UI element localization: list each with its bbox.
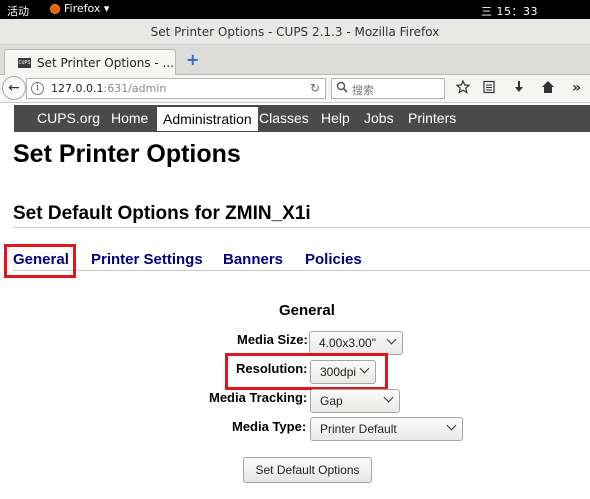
clock[interactable]: 三 15：33 <box>481 3 538 19</box>
back-button[interactable]: ← <box>2 76 26 100</box>
nav-toolbar: ← i 127.0.0.1:631/admin ↻ 搜索 » <box>0 75 590 103</box>
tab-printer-settings[interactable]: Printer Settings <box>91 251 203 268</box>
download-icon[interactable] <box>512 80 526 98</box>
subtitle-divider <box>13 227 590 228</box>
set-default-options-button[interactable]: Set Default Options <box>243 457 372 483</box>
resolution-highlight <box>225 353 388 390</box>
url-path: :631/admin <box>103 82 167 95</box>
home-icon[interactable] <box>541 80 555 98</box>
nav-cups-org[interactable]: CUPS.org <box>37 105 100 132</box>
window-title: Set Printer Options - CUPS 2.1.3 - Mozil… <box>0 19 590 45</box>
cups-favicon-icon: CUPS <box>18 58 31 68</box>
nav-help[interactable]: Help <box>321 105 350 132</box>
tabs-divider <box>13 270 590 271</box>
page-subtitle: Set Default Options for ZMIN_X1i <box>13 203 311 224</box>
chevron-down-icon <box>446 420 457 431</box>
screen: 活动 Firefox ▾ 三 15：33 Set Printer Options… <box>0 0 590 499</box>
section-heading: General <box>279 302 335 319</box>
chevron-down-icon <box>386 334 397 345</box>
media-type-value: Printer Default <box>320 422 397 436</box>
firefox-icon <box>50 3 60 14</box>
nav-jobs[interactable]: Jobs <box>364 105 394 132</box>
nav-administration[interactable]: Administration <box>156 106 259 132</box>
nav-printers[interactable]: Printers <box>408 105 456 132</box>
search-icon <box>336 81 348 96</box>
browser-tab[interactable]: CUPS Set Printer Options - ... <box>4 49 176 76</box>
media-size-label: Media Size: <box>237 332 308 347</box>
page-title: Set Printer Options <box>13 140 241 168</box>
search-placeholder: 搜索 <box>352 84 374 97</box>
tab-banners[interactable]: Banners <box>223 251 283 268</box>
activities-button[interactable]: 活动 <box>7 3 29 19</box>
nav-classes[interactable]: Classes <box>259 105 309 132</box>
reading-list-icon[interactable] <box>482 80 496 98</box>
media-tracking-label: Media Tracking: <box>209 390 308 405</box>
star-icon[interactable] <box>455 79 471 98</box>
reload-icon[interactable]: ↻ <box>310 81 320 95</box>
app-menu[interactable]: Firefox ▾ <box>50 2 109 15</box>
app-menu-label: Firefox ▾ <box>64 2 110 15</box>
chevron-down-icon <box>383 392 394 403</box>
gnome-top-bar: 活动 Firefox ▾ 三 15：33 <box>0 0 590 19</box>
media-type-select[interactable]: Printer Default <box>310 417 463 441</box>
site-info-icon[interactable]: i <box>31 82 44 95</box>
tab-strip: CUPS Set Printer Options - ... + <box>0 45 590 76</box>
new-tab-button[interactable]: + <box>186 52 199 68</box>
tab-label: Set Printer Options - ... <box>37 56 174 70</box>
media-type-label: Media Type: <box>232 419 307 434</box>
cups-nav-bar: CUPS.org Home Administration Classes Hel… <box>14 105 590 132</box>
tab-policies[interactable]: Policies <box>305 251 362 268</box>
media-tracking-value: Gap <box>320 394 343 408</box>
back-arrow-icon: ← <box>8 80 20 96</box>
url-host: 127.0.0.1 <box>51 82 104 95</box>
media-tracking-select[interactable]: Gap <box>310 389 400 413</box>
media-size-value: 4.00x3.00" <box>319 336 376 350</box>
url-bar[interactable]: i 127.0.0.1:631/admin ↻ <box>26 78 326 99</box>
url-text: 127.0.0.1:631/admin <box>51 82 166 95</box>
general-tab-highlight <box>4 244 76 278</box>
overflow-icon[interactable]: » <box>572 80 581 96</box>
media-size-select[interactable]: 4.00x3.00" <box>309 331 403 355</box>
search-box[interactable]: 搜索 <box>331 78 445 99</box>
nav-home[interactable]: Home <box>111 105 148 132</box>
